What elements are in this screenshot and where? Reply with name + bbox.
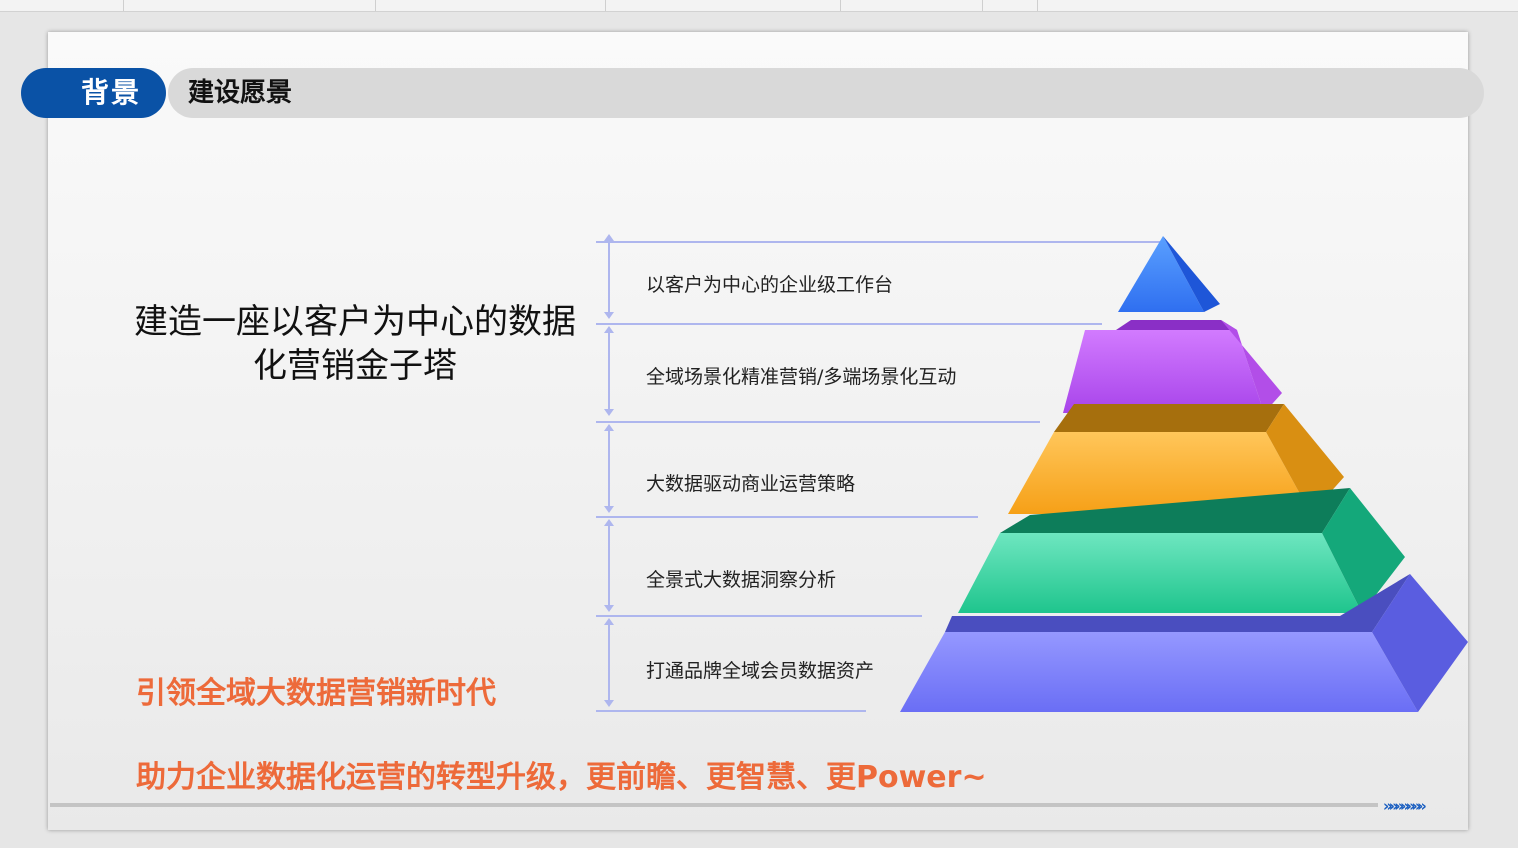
chevrons-icon: »»»»»»» xyxy=(1383,797,1427,815)
footer-line xyxy=(50,803,1378,807)
slogan-line-2: 助力企业数据化运营的转型升级，更前瞻、更智慧、更Power~ xyxy=(136,760,987,795)
pyramid-graphic xyxy=(900,236,1468,712)
pyramid-tier-2 xyxy=(1063,320,1282,413)
pyramid-tier-1 xyxy=(1118,236,1220,312)
slogan-line-1: 引领全域大数据营销新时代 xyxy=(136,676,496,711)
